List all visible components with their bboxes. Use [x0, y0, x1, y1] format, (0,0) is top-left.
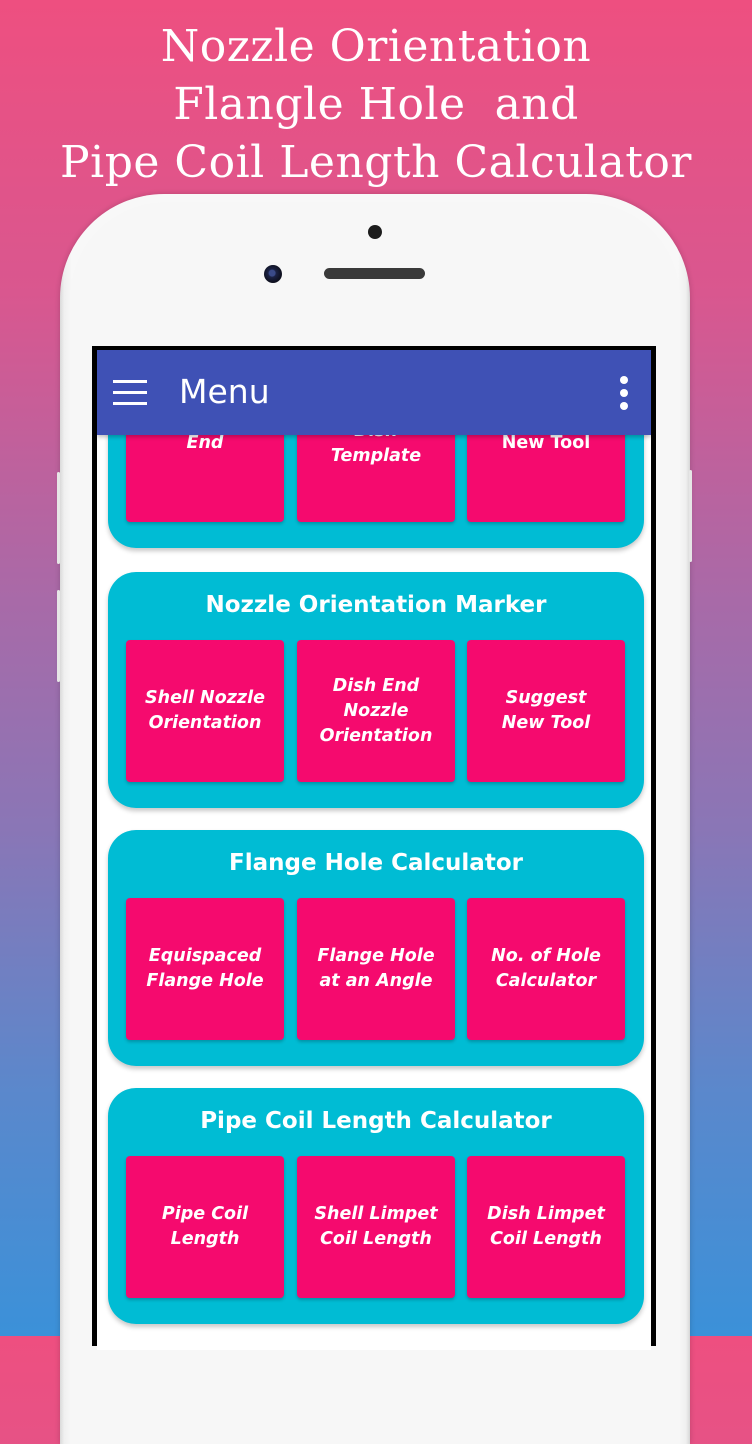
tile-dish-limpet-coil-length[interactable]: Dish Limpet Coil Length [467, 1156, 625, 1298]
tile-label: Dish End Nozzle Orientation [319, 675, 433, 746]
app-screen: Menu Hemi Dish End 2:1 Elliptical Dish T… [97, 350, 651, 1350]
promo-headline-line-3: Pipe Coil Length Calculator [60, 137, 692, 188]
tile-label: Dish Limpet Coil Length [487, 1204, 605, 1249]
promo-headline-line-2: Flangle Hole and [173, 79, 579, 130]
app-bar-title: Menu [179, 372, 270, 411]
phone-volume-button [57, 472, 60, 564]
tile-label: Suggest New Tool [501, 688, 591, 733]
section-title: Flange Hole Calculator [229, 850, 523, 876]
tile-label: Flange Hole at an Angle [317, 946, 435, 991]
tile-suggest-new-tool[interactable]: Suggest New Tool [467, 640, 625, 782]
section-title: Pipe Coil Length Calculator [200, 1108, 552, 1134]
section-title: Nozzle Orientation Marker [205, 592, 547, 618]
more-vert-icon[interactable] [619, 376, 629, 410]
hamburger-icon[interactable] [113, 380, 147, 406]
phone-volume-button [57, 590, 60, 682]
proximity-sensor-icon [368, 225, 382, 239]
tile-shell-limpet-coil-length[interactable]: Shell Limpet Coil Length [297, 1156, 455, 1298]
tile-no-of-hole-calculator[interactable]: No. of Hole Calculator [467, 898, 625, 1040]
tile-label: Pipe Coil Length [161, 1204, 249, 1249]
tile-label: Equispaced Flange Hole [146, 946, 264, 991]
phone-power-button [689, 470, 692, 562]
phone-screen: Menu Hemi Dish End 2:1 Elliptical Dish T… [92, 346, 656, 1350]
earpiece-speaker-icon [324, 268, 425, 279]
section-flange-hole-calculator: Flange Hole Calculator Equispaced Flange… [108, 830, 644, 1066]
tile-pipe-coil-length[interactable]: Pipe Coil Length [126, 1156, 284, 1298]
menu-scroll-area[interactable]: Hemi Dish End 2:1 Elliptical Dish Templa… [97, 350, 651, 1350]
promo-headline: Nozzle Orientation Flangle Hole and Pipe… [0, 18, 752, 192]
front-camera-icon [264, 265, 282, 283]
promo-headline-line-1: Nozzle Orientation [160, 21, 592, 72]
section-pipe-coil-length-calculator: Pipe Coil Length Calculator Pipe Coil Le… [108, 1088, 644, 1324]
tile-flange-hole-at-angle[interactable]: Flange Hole at an Angle [297, 898, 455, 1040]
section-nozzle-orientation-marker: Nozzle Orientation Marker Shell Nozzle O… [108, 572, 644, 808]
tile-label: Shell Nozzle Orientation [145, 688, 265, 733]
tile-equispaced-flange-hole[interactable]: Equispaced Flange Hole [126, 898, 284, 1040]
tile-dish-end-nozzle-orientation[interactable]: Dish End Nozzle Orientation [297, 640, 455, 782]
tile-label: Shell Limpet Coil Length [314, 1204, 438, 1249]
tile-label: No. of Hole Calculator [491, 946, 601, 991]
tile-shell-nozzle-orientation[interactable]: Shell Nozzle Orientation [126, 640, 284, 782]
app-bar: Menu [97, 350, 651, 435]
